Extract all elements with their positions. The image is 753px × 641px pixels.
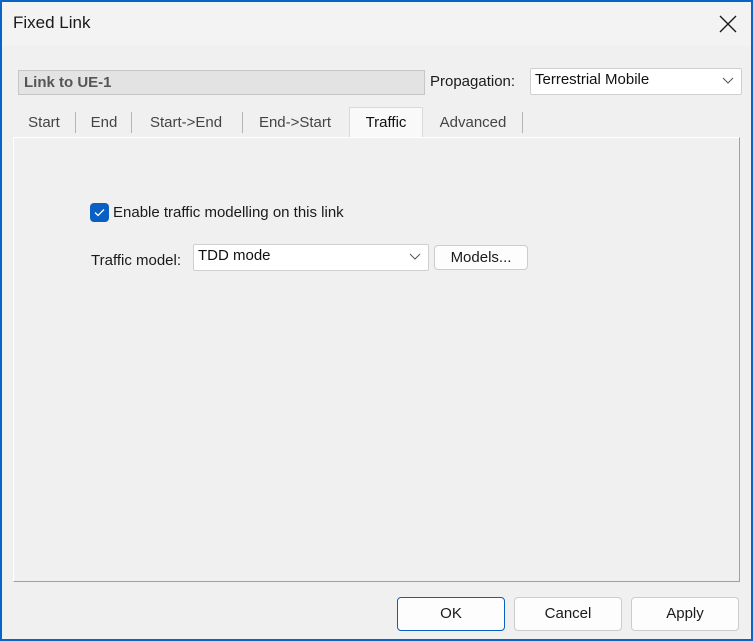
chevron-down-icon [409, 253, 421, 260]
tab-separator [75, 112, 76, 133]
tab-traffic[interactable]: Traffic [349, 107, 423, 139]
tab-start-end[interactable]: Start->End [137, 108, 235, 137]
tab-end-start[interactable]: End->Start [247, 108, 343, 137]
title-bar: Fixed Link [2, 2, 751, 46]
close-button[interactable] [705, 2, 751, 46]
tab-separator [522, 112, 523, 133]
close-icon [719, 15, 737, 33]
tab-separator [242, 112, 243, 133]
enable-traffic-label[interactable]: Enable traffic modelling on this link [113, 204, 344, 221]
fixed-link-dialog: Fixed Link Link to UE-1 Propagation: Ter… [0, 0, 753, 641]
tab-end[interactable]: End [81, 108, 127, 137]
tab-bar: Start End Start->End End->Start Traffic … [13, 107, 741, 139]
traffic-model-dropdown[interactable]: TDD mode [193, 244, 429, 271]
checkmark-icon [94, 209, 105, 217]
traffic-model-label: Traffic model: [91, 252, 182, 269]
cancel-button[interactable]: Cancel [514, 597, 622, 631]
apply-button[interactable]: Apply [631, 597, 739, 631]
enable-traffic-checkbox[interactable] [90, 203, 109, 222]
chevron-down-icon [722, 77, 734, 84]
propagation-value: Terrestrial Mobile [535, 71, 650, 88]
tab-advanced[interactable]: Advanced [427, 108, 519, 137]
dialog-title: Fixed Link [13, 13, 91, 32]
propagation-label: Propagation: [430, 73, 516, 90]
tab-start[interactable]: Start [19, 108, 69, 137]
models-button[interactable]: Models... [434, 245, 528, 270]
ok-button[interactable]: OK [397, 597, 505, 631]
traffic-model-value: TDD mode [198, 247, 271, 264]
propagation-dropdown[interactable]: Terrestrial Mobile [530, 68, 742, 95]
tab-separator [131, 112, 132, 133]
link-name-field: Link to UE-1 [18, 70, 425, 95]
